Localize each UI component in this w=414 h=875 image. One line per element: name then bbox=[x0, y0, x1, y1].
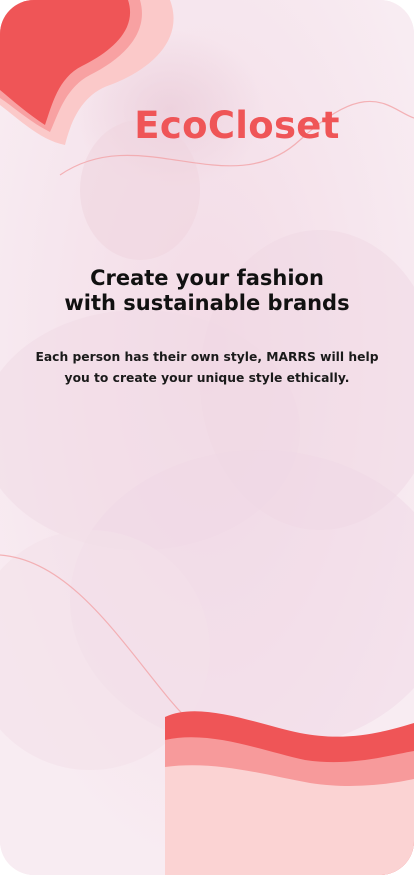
description-line-2: you to create your unique style ethicall… bbox=[64, 371, 350, 385]
headline-line-1: Create your fashion bbox=[90, 266, 324, 290]
brand-logo: EcoCloset bbox=[134, 104, 340, 147]
wave-shape-icon bbox=[165, 711, 414, 875]
description: Each person has their own style, MARRS w… bbox=[0, 347, 414, 389]
onboarding-screen: EcoCloset Create your fashion with susta… bbox=[0, 0, 414, 875]
headline: Create your fashion with sustainable bra… bbox=[0, 266, 414, 316]
headline-line-2: with sustainable brands bbox=[64, 291, 350, 315]
description-line-1: Each person has their own style, MARRS w… bbox=[35, 350, 379, 364]
